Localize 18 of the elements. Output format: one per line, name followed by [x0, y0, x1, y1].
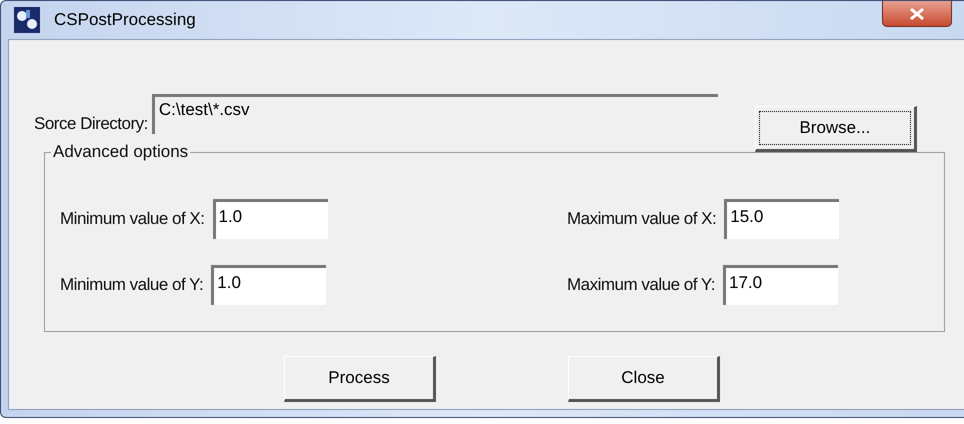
input-field[interactable]: 15.0 — [724, 199, 840, 239]
close-icon — [908, 6, 926, 20]
window-title: CSPostProcessing — [54, 10, 196, 30]
directory-field[interactable]: C:\test\*.csv — [152, 94, 718, 134]
input-field[interactable]: 17.0 — [722, 265, 838, 305]
group-title: Advanced options — [51, 142, 190, 162]
field-label: Sorce Directory: — [34, 114, 148, 134]
field-label: Minimum value of X: — [60, 209, 204, 229]
input-field[interactable]: 1.0 — [211, 265, 326, 305]
input-field[interactable]: 1.0 — [212, 199, 328, 239]
dialog-button[interactable]: Process — [284, 356, 436, 402]
app-icon — [14, 7, 40, 33]
field-label: Maximum value of Y: — [567, 275, 715, 295]
dialog-button[interactable]: Close — [568, 356, 720, 402]
field-label: Minimum value of Y: — [60, 275, 204, 295]
close-button[interactable] — [882, 1, 952, 27]
browse-button[interactable]: Browse... — [754, 106, 917, 152]
field-label: Maximum value of X: — [567, 209, 716, 229]
